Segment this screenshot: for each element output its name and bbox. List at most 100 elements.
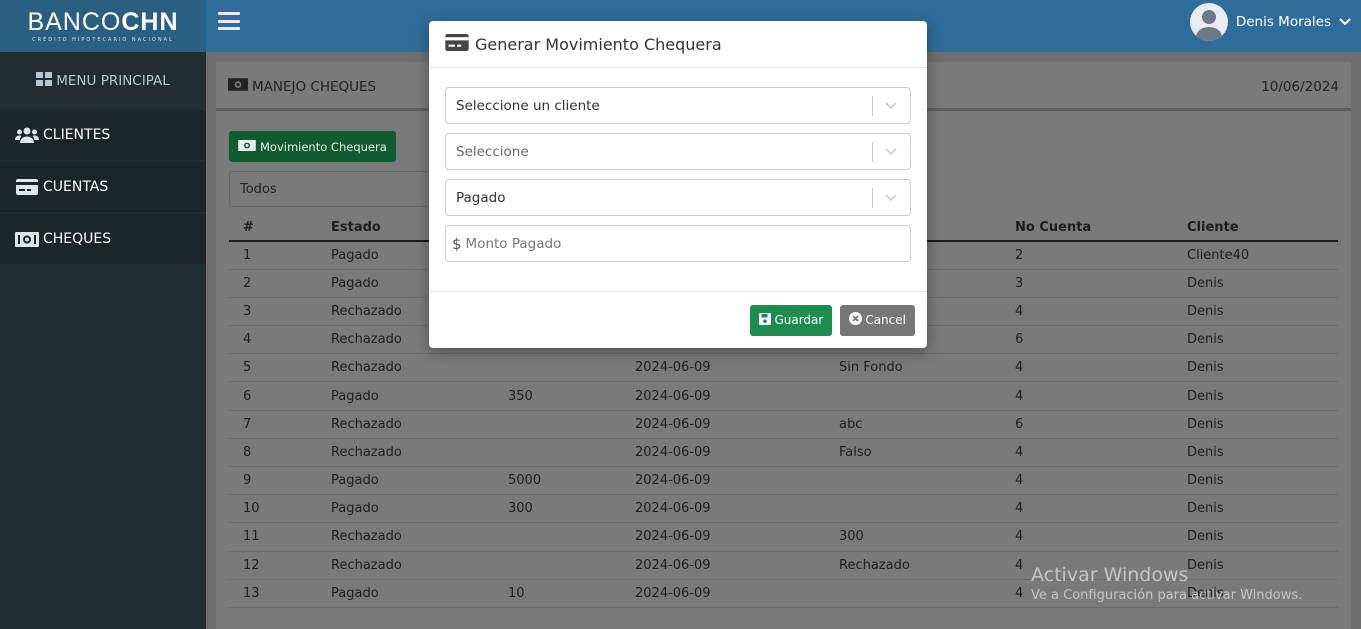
column-header: # [229, 215, 317, 242]
table-cell: 7 [229, 410, 317, 439]
sidebar-item-cuentas[interactable]: CUENTAS [0, 162, 206, 212]
table-cell: 300 [825, 522, 1001, 552]
modal-body: Seleccione un cliente Seleccione Pagado … [429, 68, 927, 262]
account-select[interactable]: Seleccione [445, 133, 911, 170]
movimiento-chequera-label: Movimiento Chequera [260, 139, 387, 154]
table-cell [494, 353, 621, 383]
floppy-disk-icon [759, 312, 772, 328]
table-row: 6 Pagado 350 2024-06-09 4 Denis [229, 381, 1338, 411]
table-cell: 2024-06-09 [621, 353, 825, 383]
hamburger-menu-icon[interactable] [218, 10, 240, 32]
table-cell: 2024-06-09 [621, 494, 825, 524]
sidebar-item-cheques[interactable]: CHEQUES [0, 214, 206, 264]
cancel-button[interactable]: Cancel [840, 304, 915, 336]
table-cell [825, 579, 1001, 608]
credit-card-icon [445, 33, 469, 55]
money-icon [228, 78, 248, 95]
brand-title-bold: CHN [121, 7, 179, 36]
table-row: 7 Rechazado 2024-06-09 abc 6 Denis [229, 410, 1338, 439]
table-cell: 4 [1001, 522, 1173, 552]
credit-card-icon [15, 179, 39, 195]
table-cell: 6 [229, 381, 317, 411]
table-cell: Denis [1173, 381, 1338, 411]
client-select-value: Seleccione un cliente [456, 97, 600, 114]
brand-logo[interactable]: BANCOCHN CRÉDITO HIPOTECARIO NACIONAL [0, 0, 206, 52]
table-cell: Denis [1173, 410, 1338, 439]
table-row: 8 Rechazado 2024-06-09 Falso 4 Denis [229, 438, 1338, 468]
table-cell: 4 [1001, 297, 1173, 327]
table-cell: 12 [229, 551, 317, 580]
table-cell: Denis [1173, 522, 1338, 552]
table-cell: 10 [229, 494, 317, 524]
watermark-line-1: Activar Windows [1031, 564, 1189, 586]
table-cell: 5 [229, 353, 317, 383]
table-cell: Denis [1173, 494, 1338, 524]
users-icon [15, 127, 39, 143]
dollar-icon: $ [452, 234, 462, 253]
user-menu[interactable]: Denis Morales [1189, 2, 1351, 42]
client-select[interactable]: Seleccione un cliente [445, 87, 911, 124]
table-cell: Rechazado [317, 551, 494, 580]
modal-footer: Guardar Cancel [429, 291, 927, 348]
table-cell [494, 410, 621, 439]
table-cell: 300 [494, 494, 621, 524]
amount-field[interactable]: $ Monto Pagado [445, 225, 911, 262]
watermark-line-2: Ve a Configuración para activar Windows. [1031, 588, 1303, 603]
account-select-value: Seleccione [456, 143, 529, 160]
table-row: 11 Rechazado 2024-06-09 300 4 Denis [229, 522, 1338, 552]
table-cell [494, 522, 621, 552]
table-cell: Rechazado [317, 438, 494, 468]
table-cell [825, 466, 1001, 496]
table-cell: Sin Fondo [825, 353, 1001, 383]
table-cell: 5000 [494, 466, 621, 496]
table-cell: 13 [229, 579, 317, 608]
table-cell: Rechazado [317, 353, 494, 383]
generar-movimiento-modal: Generar Movimiento Chequera Seleccione u… [429, 21, 927, 348]
table-cell: 4 [1001, 466, 1173, 496]
table-cell: Pagado [317, 579, 494, 608]
table-row: 9 Pagado 5000 2024-06-09 4 Denis [229, 466, 1338, 496]
table-cell: 1 [229, 241, 317, 270]
sidebar-item-label: CLIENTES [43, 127, 111, 143]
table-cell: 4 [1001, 438, 1173, 468]
save-label: Guardar [774, 313, 824, 327]
table-cell: Denis [1173, 297, 1338, 327]
table-cell: Cliente40 [1173, 241, 1338, 270]
table-cell [494, 438, 621, 468]
panel-date: 10/06/2024 [1261, 78, 1339, 95]
movimiento-chequera-button[interactable]: Movimiento Chequera [229, 131, 396, 162]
menu-header: MENU PRINCIPAL [0, 52, 206, 110]
status-select[interactable]: Pagado [445, 179, 911, 216]
table-cell: 2 [1001, 241, 1173, 270]
sidebar-item-label: CHEQUES [43, 231, 112, 247]
table-cell: 4 [1001, 494, 1173, 524]
grid-icon [36, 72, 53, 90]
sidebar: BANCOCHN CRÉDITO HIPOTECARIO NACIONAL ME… [0, 0, 206, 629]
table-cell: 10 [494, 579, 621, 608]
modal-header: Generar Movimiento Chequera [429, 21, 927, 68]
table-cell: 2024-06-09 [621, 522, 825, 552]
table-cell: Pagado [317, 466, 494, 496]
amount-placeholder: Monto Pagado [465, 235, 562, 252]
table-cell: Denis [1173, 466, 1338, 496]
avatar [1189, 3, 1228, 41]
table-cell: Pagado [317, 494, 494, 524]
app: BANCOCHN CRÉDITO HIPOTECARIO NACIONAL ME… [0, 0, 1361, 629]
chevron-down-icon [884, 98, 898, 112]
status-filter-value: Todos [240, 181, 277, 197]
table-cell [494, 551, 621, 580]
table-cell: 4 [1001, 353, 1173, 383]
table-cell: 350 [494, 381, 621, 411]
modal-title: Generar Movimiento Chequera [475, 34, 722, 54]
table-cell [825, 381, 1001, 411]
column-header: Cliente [1173, 215, 1338, 242]
panel-title: MANEJO CHEQUES [252, 78, 377, 95]
money-icon [238, 139, 256, 154]
table-cell: Denis [1173, 269, 1338, 298]
table-cell: 4 [229, 325, 317, 355]
table-cell: Rechazado [317, 410, 494, 439]
save-button[interactable]: Guardar [750, 304, 833, 336]
user-name: Denis Morales [1235, 14, 1331, 30]
table-cell: 4 [1001, 381, 1173, 411]
sidebar-item-clientes[interactable]: CLIENTES [0, 110, 206, 160]
